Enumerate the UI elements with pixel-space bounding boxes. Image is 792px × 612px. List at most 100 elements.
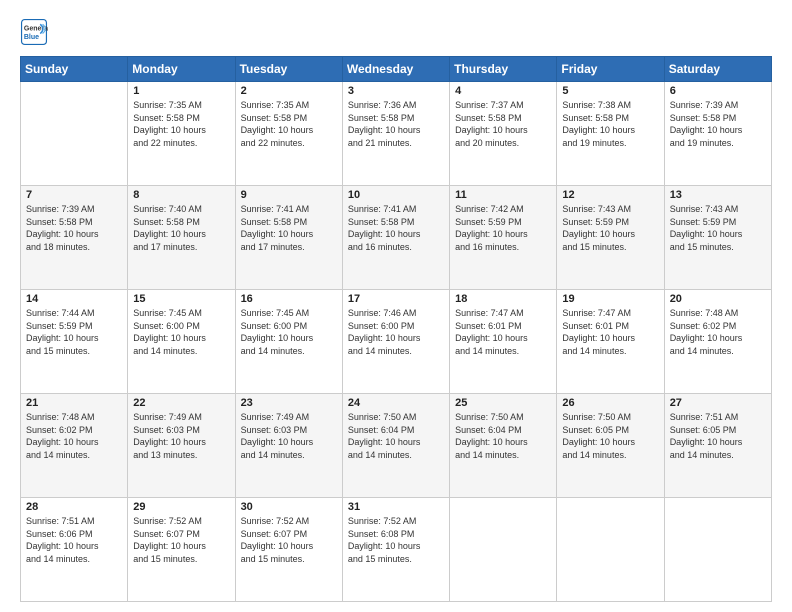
calendar-day-cell: 22Sunrise: 7:49 AM Sunset: 6:03 PM Dayli…: [128, 394, 235, 498]
calendar-week-row: 28 Sunrise: 7:51 AM Sunset: 6:06 PM Dayli…: [21, 498, 772, 602]
weekday-header-cell: Saturday: [664, 57, 771, 82]
calendar-day-cell: [664, 498, 771, 602]
day-number: 10: [348, 189, 444, 201]
day-number: 24: [348, 397, 444, 409]
calendar-day-cell: 31Sunrise: 7:52 AM Sunset: 6:08 PM Dayli…: [342, 498, 449, 602]
header: General Blue: [20, 18, 772, 46]
day-info: Sunrise: 7:50 AM Sunset: 6:04 PM Dayligh…: [348, 411, 444, 461]
calendar-day-cell: 10 Sunrise: 7:41 AM Sunset: 5:58 PM Dayli…: [342, 186, 449, 290]
calendar-day-cell: [557, 498, 664, 602]
day-number: 20: [670, 293, 766, 305]
calendar-day-cell: 2 Sunrise: 7:35 AM Sunset: 5:58 PM Daylig…: [235, 82, 342, 186]
weekday-header-cell: Monday: [128, 57, 235, 82]
day-info: Sunrise: 7:47 AM Sunset: 6:01 PM Dayligh…: [562, 307, 658, 357]
day-number: 5: [562, 85, 658, 97]
calendar-week-row: 21 Sunrise: 7:48 AM Sunset: 6:02 PM Dayli…: [21, 394, 772, 498]
calendar-day-cell: 13 Sunrise: 7:43 AM Sunset: 5:59 PM Dayli…: [664, 186, 771, 290]
day-number: 7: [26, 189, 122, 201]
day-number: 1: [133, 85, 229, 97]
day-info: Sunrise: 7:39 AM Sunset: 5:58 PM Dayligh…: [670, 99, 766, 149]
calendar-day-cell: 5 Sunrise: 7:38 AM Sunset: 5:58 PM Daylig…: [557, 82, 664, 186]
day-number: 3: [348, 85, 444, 97]
calendar-day-cell: [21, 82, 128, 186]
day-info: Sunrise: 7:41 AM Sunset: 5:58 PM Dayligh…: [348, 203, 444, 253]
day-info: Sunrise: 7:45 AM Sunset: 6:00 PM Dayligh…: [241, 307, 337, 357]
day-number: 15: [133, 293, 229, 305]
weekday-header-cell: Friday: [557, 57, 664, 82]
day-info: Sunrise: 7:48 AM Sunset: 6:02 PM Dayligh…: [670, 307, 766, 357]
day-number: 9: [241, 189, 337, 201]
day-number: 2: [241, 85, 337, 97]
day-info: Sunrise: 7:43 AM Sunset: 5:59 PM Dayligh…: [562, 203, 658, 253]
day-number: 19: [562, 293, 658, 305]
day-info: Sunrise: 7:45 AM Sunset: 6:00 PM Dayligh…: [133, 307, 229, 357]
day-info: Sunrise: 7:38 AM Sunset: 5:58 PM Dayligh…: [562, 99, 658, 149]
day-number: 6: [670, 85, 766, 97]
calendar-day-cell: 17 Sunrise: 7:46 AM Sunset: 6:00 PM Dayli…: [342, 290, 449, 394]
day-info: Sunrise: 7:35 AM Sunset: 5:58 PM Dayligh…: [133, 99, 229, 149]
day-number: 13: [670, 189, 766, 201]
calendar-table: SundayMondayTuesdayWednesdayThursdayFrid…: [20, 56, 772, 602]
calendar-day-cell: 30Sunrise: 7:52 AM Sunset: 6:07 PM Dayli…: [235, 498, 342, 602]
calendar-day-cell: 16 Sunrise: 7:45 AM Sunset: 6:00 PM Dayli…: [235, 290, 342, 394]
day-number: 14: [26, 293, 122, 305]
page: General Blue SundayMondayTuesdayWednesda…: [0, 0, 792, 612]
calendar-day-cell: 14 Sunrise: 7:44 AM Sunset: 5:59 PM Dayli…: [21, 290, 128, 394]
calendar-week-row: 1 Sunrise: 7:35 AM Sunset: 5:58 PM Daylig…: [21, 82, 772, 186]
calendar-day-cell: 28 Sunrise: 7:51 AM Sunset: 6:06 PM Dayli…: [21, 498, 128, 602]
weekday-header-row: SundayMondayTuesdayWednesdayThursdayFrid…: [21, 57, 772, 82]
calendar-day-cell: 6 Sunrise: 7:39 AM Sunset: 5:58 PM Daylig…: [664, 82, 771, 186]
svg-text:Blue: Blue: [24, 34, 39, 41]
calendar-week-row: 14 Sunrise: 7:44 AM Sunset: 5:59 PM Dayli…: [21, 290, 772, 394]
day-info: Sunrise: 7:51 AM Sunset: 6:05 PM Dayligh…: [670, 411, 766, 461]
day-info: Sunrise: 7:44 AM Sunset: 5:59 PM Dayligh…: [26, 307, 122, 357]
calendar-day-cell: 3 Sunrise: 7:36 AM Sunset: 5:58 PM Daylig…: [342, 82, 449, 186]
weekday-header-cell: Thursday: [450, 57, 557, 82]
calendar-week-row: 7Sunrise: 7:39 AM Sunset: 5:58 PM Daylig…: [21, 186, 772, 290]
day-number: 26: [562, 397, 658, 409]
calendar-day-cell: 9 Sunrise: 7:41 AM Sunset: 5:58 PM Daylig…: [235, 186, 342, 290]
calendar-day-cell: 7Sunrise: 7:39 AM Sunset: 5:58 PM Daylig…: [21, 186, 128, 290]
calendar-day-cell: 8 Sunrise: 7:40 AM Sunset: 5:58 PM Daylig…: [128, 186, 235, 290]
calendar-day-cell: [450, 498, 557, 602]
day-number: 21: [26, 397, 122, 409]
calendar-day-cell: 27 Sunrise: 7:51 AM Sunset: 6:05 PM Dayli…: [664, 394, 771, 498]
day-number: 16: [241, 293, 337, 305]
calendar-day-cell: 18 Sunrise: 7:47 AM Sunset: 6:01 PM Dayli…: [450, 290, 557, 394]
calendar-day-cell: 19 Sunrise: 7:47 AM Sunset: 6:01 PM Dayli…: [557, 290, 664, 394]
day-number: 8: [133, 189, 229, 201]
day-info: Sunrise: 7:46 AM Sunset: 6:00 PM Dayligh…: [348, 307, 444, 357]
day-info: Sunrise: 7:52 AM Sunset: 6:07 PM Dayligh…: [241, 515, 337, 565]
day-number: 12: [562, 189, 658, 201]
calendar-day-cell: 4Sunrise: 7:37 AM Sunset: 5:58 PM Daylig…: [450, 82, 557, 186]
day-number: 27: [670, 397, 766, 409]
day-number: 25: [455, 397, 551, 409]
day-info: Sunrise: 7:43 AM Sunset: 5:59 PM Dayligh…: [670, 203, 766, 253]
day-number: 31: [348, 501, 444, 513]
calendar-day-cell: 26 Sunrise: 7:50 AM Sunset: 6:05 PM Dayli…: [557, 394, 664, 498]
day-number: 17: [348, 293, 444, 305]
day-info: Sunrise: 7:49 AM Sunset: 6:03 PM Dayligh…: [241, 411, 337, 461]
calendar-day-cell: 1 Sunrise: 7:35 AM Sunset: 5:58 PM Daylig…: [128, 82, 235, 186]
day-info: Sunrise: 7:51 AM Sunset: 6:06 PM Dayligh…: [26, 515, 122, 565]
day-info: Sunrise: 7:49 AM Sunset: 6:03 PM Dayligh…: [133, 411, 229, 461]
day-info: Sunrise: 7:36 AM Sunset: 5:58 PM Dayligh…: [348, 99, 444, 149]
weekday-header-cell: Wednesday: [342, 57, 449, 82]
weekday-header-cell: Sunday: [21, 57, 128, 82]
day-info: Sunrise: 7:35 AM Sunset: 5:58 PM Dayligh…: [241, 99, 337, 149]
day-number: 29: [133, 501, 229, 513]
calendar-day-cell: 15 Sunrise: 7:45 AM Sunset: 6:00 PM Dayli…: [128, 290, 235, 394]
day-number: 11: [455, 189, 551, 201]
day-info: Sunrise: 7:48 AM Sunset: 6:02 PM Dayligh…: [26, 411, 122, 461]
day-info: Sunrise: 7:41 AM Sunset: 5:58 PM Dayligh…: [241, 203, 337, 253]
day-info: Sunrise: 7:50 AM Sunset: 6:05 PM Dayligh…: [562, 411, 658, 461]
day-number: 18: [455, 293, 551, 305]
day-info: Sunrise: 7:47 AM Sunset: 6:01 PM Dayligh…: [455, 307, 551, 357]
weekday-header-cell: Tuesday: [235, 57, 342, 82]
calendar-day-cell: 21 Sunrise: 7:48 AM Sunset: 6:02 PM Dayli…: [21, 394, 128, 498]
calendar-day-cell: 29 Sunrise: 7:52 AM Sunset: 6:07 PM Dayli…: [128, 498, 235, 602]
calendar-day-cell: 25Sunrise: 7:50 AM Sunset: 6:04 PM Dayli…: [450, 394, 557, 498]
day-info: Sunrise: 7:40 AM Sunset: 5:58 PM Dayligh…: [133, 203, 229, 253]
day-number: 28: [26, 501, 122, 513]
day-info: Sunrise: 7:52 AM Sunset: 6:07 PM Dayligh…: [133, 515, 229, 565]
